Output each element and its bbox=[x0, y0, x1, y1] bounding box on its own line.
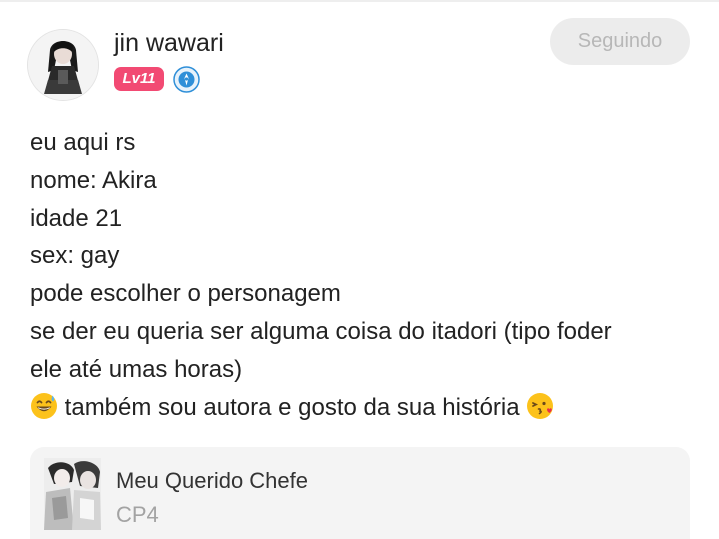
post-line: ele até umas horas) bbox=[30, 355, 243, 383]
author-avatar[interactable] bbox=[28, 30, 98, 100]
story-title: Meu Querido Chefe bbox=[116, 468, 308, 493]
post-line-text: também sou autora e gosto da sua históri… bbox=[64, 393, 520, 421]
grinning-sweat-emoji-icon bbox=[31, 392, 57, 419]
following-button[interactable]: Seguindo bbox=[550, 18, 690, 65]
top-divider bbox=[0, 0, 719, 2]
story-cover-image bbox=[44, 458, 101, 530]
kissing-face-emoji-icon bbox=[527, 392, 554, 419]
post-line: sex: gay bbox=[30, 242, 120, 270]
avatar-illustration bbox=[28, 30, 98, 100]
story-cover-illustration bbox=[44, 458, 101, 530]
post-line: idade 21 bbox=[30, 204, 123, 232]
story-chapter: CP4 bbox=[116, 502, 159, 527]
verified-badge-icon bbox=[173, 66, 200, 93]
post-line-last: também sou autora e gosto da sua históri… bbox=[30, 389, 700, 427]
post-line: nome: Akira bbox=[30, 166, 157, 194]
story-card[interactable]: Meu Querido Chefe CP4 bbox=[30, 447, 690, 539]
level-badge: Lv11 bbox=[114, 67, 164, 91]
post-body: eu aqui rs nome: Akira idade 21 sex: gay… bbox=[30, 124, 700, 426]
post-line: pode escolher o personagem bbox=[30, 280, 341, 308]
author-name[interactable]: jin wawari bbox=[114, 28, 224, 58]
post-line: eu aqui rs bbox=[30, 129, 136, 156]
post-line: se der eu queria ser alguma coisa do ita… bbox=[30, 317, 612, 345]
